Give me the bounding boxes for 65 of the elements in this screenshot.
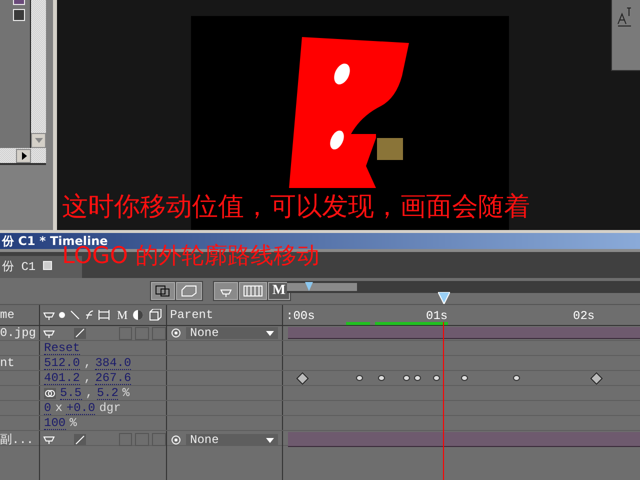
frame-blend-button[interactable] <box>239 282 267 300</box>
parent-dropdown[interactable]: None <box>186 327 278 339</box>
property-value[interactable]: Reset <box>44 342 80 354</box>
value-separator: , <box>84 371 92 385</box>
horizontal-scrollbar[interactable] <box>0 148 46 165</box>
property-value[interactable]: 384.0 <box>95 356 132 370</box>
property-value[interactable]: 5.5 <box>60 386 82 400</box>
snapshot-button[interactable] <box>151 282 175 300</box>
mode-header: M <box>117 308 128 322</box>
film-strip-icon <box>243 285 263 297</box>
switch-box[interactable] <box>152 433 166 446</box>
keyframe-icon[interactable] <box>590 372 603 385</box>
switch-box[interactable] <box>135 326 150 340</box>
keyframe-icon[interactable] <box>296 372 309 385</box>
switch-box[interactable] <box>152 326 166 340</box>
value-separator: x <box>55 401 62 415</box>
property-value[interactable]: 401.2 <box>44 372 80 384</box>
keyframe-icon[interactable] <box>513 375 520 381</box>
time-ruler-label: 01s <box>426 309 448 323</box>
work-area-bar <box>346 322 370 325</box>
pick-whip-icon[interactable] <box>170 327 182 339</box>
property-value[interactable]: 100 <box>44 416 66 430</box>
color-swatch[interactable] <box>13 9 25 21</box>
property-value[interactable]: 267.6 <box>95 372 132 384</box>
subtitle-text: 这时你移动位值，可以发现，画面会随着 <box>62 192 530 222</box>
parent-column-header[interactable]: Parent <box>167 305 283 325</box>
navigator-start-handle[interactable] <box>305 282 313 291</box>
photo-placeholder <box>376 138 402 160</box>
quality-switch[interactable] <box>74 328 86 338</box>
value-separator: dgr <box>99 401 121 415</box>
property-value[interactable]: 0 <box>44 402 52 414</box>
property-value[interactable]: 512.0 <box>44 356 80 370</box>
time-ruler-label: 02s <box>573 309 595 323</box>
adjustment-3d-icon <box>132 309 164 321</box>
motion-blur-button[interactable]: M <box>268 282 290 300</box>
switch-box[interactable] <box>118 326 132 340</box>
switch-box[interactable] <box>135 433 150 446</box>
property-name: nt <box>0 356 14 370</box>
name-column-header[interactable]: me <box>0 305 40 325</box>
shy-icon[interactable] <box>43 328 55 338</box>
layer-name[interactable]: 副... <box>0 431 40 448</box>
property-value[interactable]: 5.2 <box>96 386 118 400</box>
snapshot-icon <box>155 285 171 297</box>
time-ruler-label: :00s <box>286 309 315 323</box>
keyframe-icon[interactable] <box>461 375 468 381</box>
color-swatch[interactable] <box>13 0 25 5</box>
value-separator: , <box>86 386 93 400</box>
layer-name[interactable]: 0.jpg <box>0 326 40 340</box>
keyframe-icon[interactable] <box>356 375 363 381</box>
shy-toggle-button[interactable] <box>214 282 238 300</box>
link-icon[interactable] <box>44 388 56 398</box>
pick-whip-icon[interactable] <box>170 434 182 446</box>
keyframe-icon[interactable] <box>433 375 440 381</box>
quality-switch[interactable] <box>74 434 86 445</box>
time-navigator[interactable] <box>287 281 640 293</box>
property-value[interactable]: +0.0 <box>66 402 96 414</box>
value-separator: , <box>84 356 92 370</box>
value-separator: % <box>70 416 77 430</box>
shy-icon[interactable] <box>43 434 55 445</box>
switch-box[interactable] <box>118 433 132 446</box>
parent-dropdown[interactable]: None <box>186 434 278 446</box>
snapshot-view-icon <box>180 285 198 297</box>
keyframe-icon[interactable] <box>378 375 385 381</box>
vertical-scrollbar[interactable] <box>31 0 46 148</box>
value-separator: % <box>122 386 130 400</box>
